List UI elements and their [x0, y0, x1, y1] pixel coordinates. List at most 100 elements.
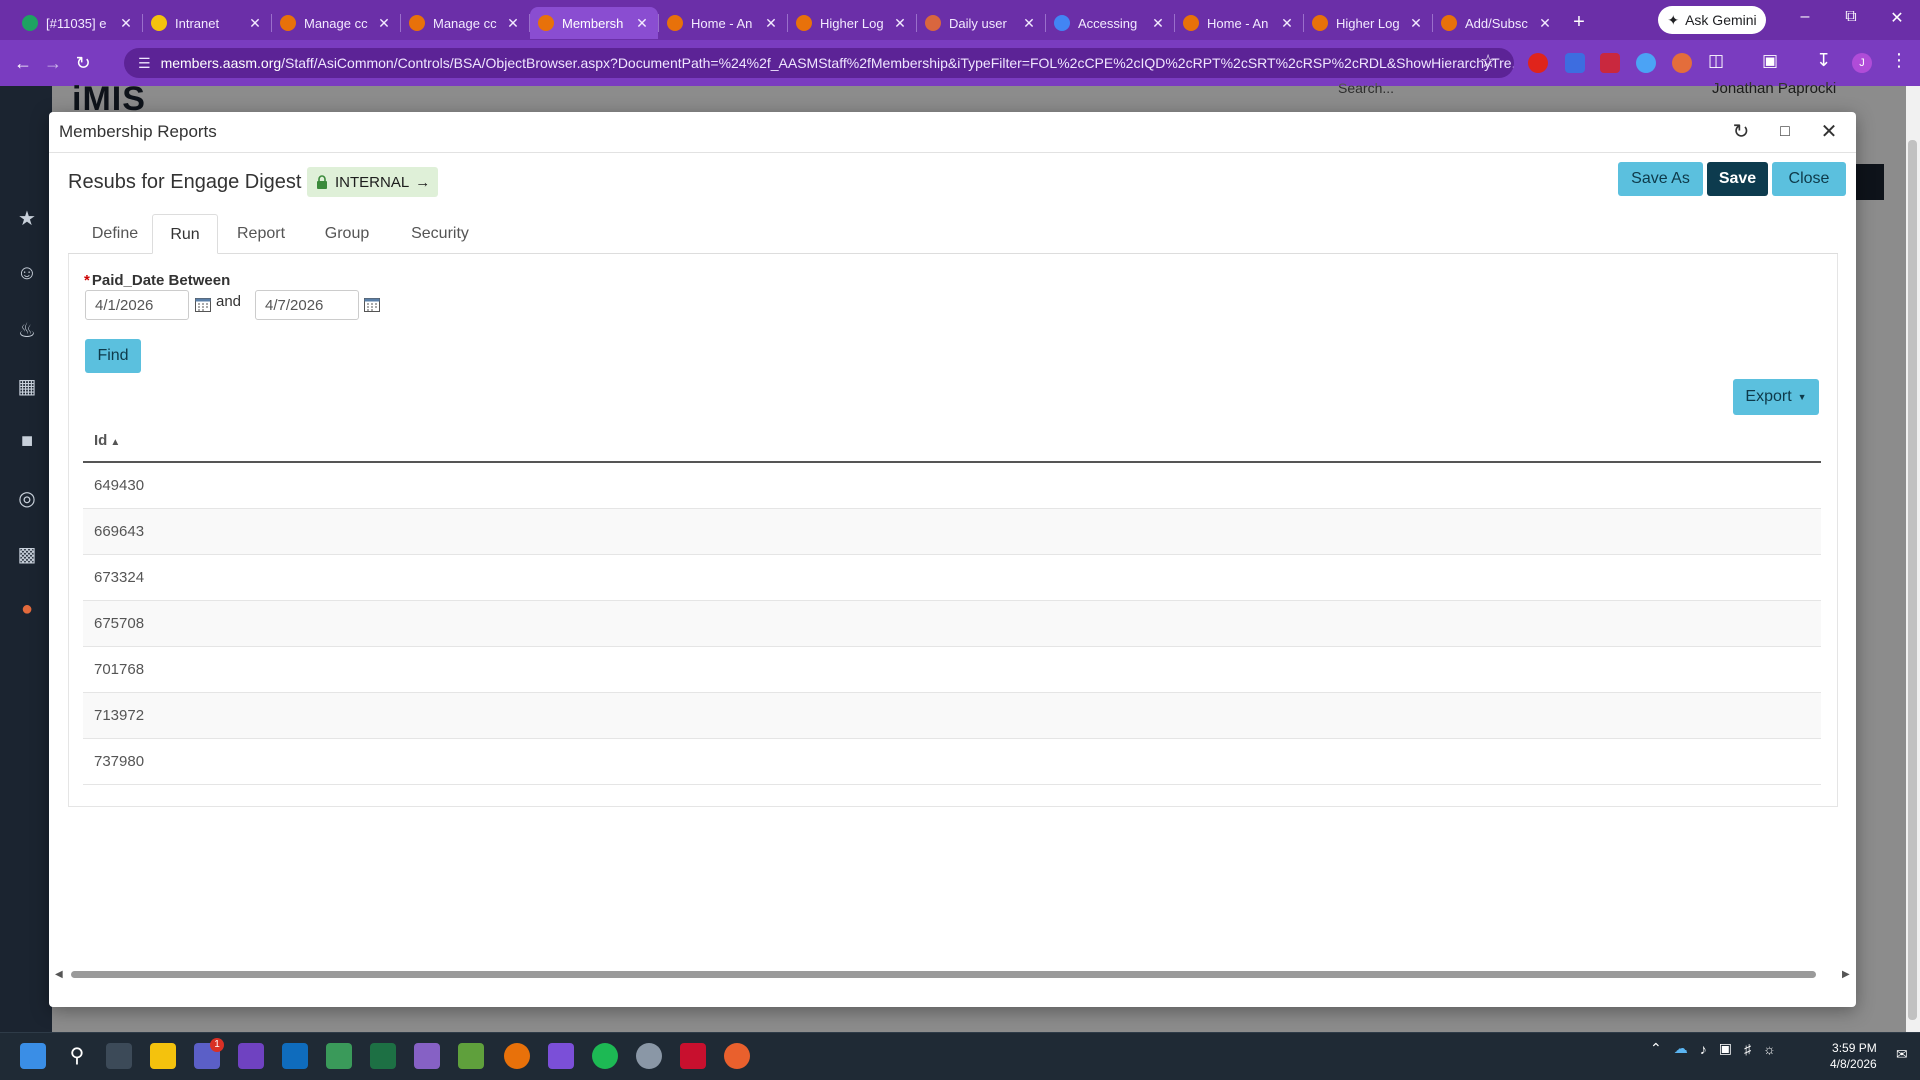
snipping-tool-icon[interactable]: [238, 1043, 264, 1069]
display-icon[interactable]: ▣: [1719, 1040, 1732, 1057]
forward-arrow-icon[interactable]: →: [38, 53, 68, 74]
page-scrollbar-thumb[interactable]: [1908, 140, 1917, 1020]
browser-tab[interactable]: Manage cc ✕: [401, 7, 529, 39]
site-info-icon[interactable]: ☰: [138, 55, 151, 72]
file-explorer-icon[interactable]: [150, 1043, 176, 1069]
tab-close-icon[interactable]: ✕: [1150, 15, 1166, 32]
task-view-icon[interactable]: [106, 1043, 132, 1069]
tab-close-icon[interactable]: ✕: [892, 15, 908, 32]
back-arrow-icon[interactable]: ←: [8, 53, 38, 74]
close-dialog-icon[interactable]: ✕: [1815, 118, 1843, 146]
tab-close-icon[interactable]: ✕: [634, 15, 650, 32]
pen-app-icon[interactable]: [724, 1043, 750, 1069]
save-button[interactable]: Save: [1707, 162, 1768, 196]
paid-date-from-input[interactable]: [85, 290, 189, 320]
refresh-icon[interactable]: ↻: [1727, 118, 1755, 146]
outlook-icon[interactable]: [282, 1043, 308, 1069]
extension-red-icon[interactable]: [1528, 53, 1548, 73]
extensions-puzzle-icon[interactable]: ◫: [1708, 51, 1724, 71]
scroll-left-icon[interactable]: ◀: [55, 969, 63, 980]
browser-tab[interactable]: [#11035] e ✕: [14, 7, 142, 39]
horizontal-scroll-thumb[interactable]: [71, 971, 1816, 978]
spotify-icon[interactable]: [592, 1043, 618, 1069]
browser-tab[interactable]: Higher Log ✕: [788, 7, 916, 39]
tab-close-icon[interactable]: ✕: [763, 15, 779, 32]
onedrive-cloud-icon[interactable]: ☁: [1674, 1040, 1688, 1057]
new-tab-button[interactable]: +: [1561, 11, 1597, 34]
chrome-icon[interactable]: [504, 1043, 530, 1069]
paid-date-to-input[interactable]: [255, 290, 359, 320]
notification-bell-icon[interactable]: ✉: [1896, 1046, 1908, 1063]
find-button[interactable]: Find: [85, 339, 141, 373]
tab-close-icon[interactable]: ✕: [376, 15, 392, 32]
browser-tab[interactable]: Accessing ✕: [1046, 7, 1174, 39]
tab-close-icon[interactable]: ✕: [1408, 15, 1424, 32]
calendar-to-icon[interactable]: [364, 298, 380, 312]
tab-group[interactable]: Group: [304, 214, 390, 254]
claude-icon[interactable]: [1672, 53, 1692, 73]
windows-start-icon[interactable]: [20, 1043, 46, 1069]
address-bar[interactable]: ☰ members.aasm.org/Staff/AsiCommon/Contr…: [124, 48, 1514, 78]
close-button[interactable]: Close: [1772, 162, 1846, 196]
minimize-window-button[interactable]: –: [1790, 8, 1820, 26]
extension-gear-icon[interactable]: [1636, 53, 1656, 73]
tab-close-icon[interactable]: ✕: [1021, 15, 1037, 32]
reload-icon[interactable]: ↻: [68, 53, 98, 74]
save-as-button[interactable]: Save As: [1618, 162, 1703, 196]
browser-tab[interactable]: Home - An ✕: [1175, 7, 1303, 39]
lastpass-icon[interactable]: [1600, 53, 1620, 73]
notepad-icon[interactable]: [458, 1043, 484, 1069]
status-badge[interactable]: INTERNAL →: [307, 167, 439, 197]
browser-menu-icon[interactable]: ⋮: [1890, 50, 1908, 71]
nav-target-icon[interactable]: ◎: [14, 486, 40, 512]
tab-close-icon[interactable]: ✕: [505, 15, 521, 32]
settings-gear-icon[interactable]: [636, 1043, 662, 1069]
ask-gemini-button[interactable]: ✦ Ask Gemini: [1658, 6, 1766, 34]
close-window-button[interactable]: ✕: [1882, 8, 1912, 28]
scroll-right-icon[interactable]: ▶: [1842, 969, 1850, 980]
search-icon[interactable]: ⚲: [64, 1043, 90, 1069]
tab-close-icon[interactable]: ✕: [247, 15, 263, 32]
browser-tab[interactable]: Intranet ✕: [143, 7, 271, 39]
browser-tab[interactable]: Higher Log ✕: [1304, 7, 1432, 39]
tab-close-icon[interactable]: ✕: [118, 15, 134, 32]
tab-close-icon[interactable]: ✕: [1279, 15, 1295, 32]
network-icon[interactable]: ☼: [1763, 1041, 1776, 1057]
nav-thermometer-icon[interactable]: ♨: [14, 318, 40, 344]
tab-close-icon[interactable]: ✕: [1537, 15, 1553, 32]
tab-security[interactable]: Security: [390, 214, 490, 254]
maximize-icon[interactable]: □: [1771, 118, 1799, 146]
browser-tab[interactable]: Home - An ✕: [659, 7, 787, 39]
volume-icon[interactable]: ♯: [1744, 1041, 1751, 1057]
nav-folder-icon[interactable]: ■: [14, 430, 40, 456]
browser-tab[interactable]: Manage cc ✕: [272, 7, 400, 39]
browser-tab[interactable]: Add/Subsc ✕: [1433, 7, 1561, 39]
restore-window-button[interactable]: ⧉: [1836, 8, 1866, 26]
taskbar-clock[interactable]: 3:59 PM 4/8/2026: [1830, 1040, 1877, 1072]
id-column-header[interactable]: Id ▲: [83, 420, 1821, 463]
nav-contacts-icon[interactable]: ☺: [14, 262, 40, 288]
maps-icon[interactable]: [326, 1043, 352, 1069]
nav-analytics-icon[interactable]: ●: [14, 598, 40, 624]
whiteboard-icon[interactable]: [548, 1043, 574, 1069]
visual-studio-icon[interactable]: [414, 1043, 440, 1069]
extension-blue-icon[interactable]: [1565, 53, 1585, 73]
nav-people-icon[interactable]: ★: [14, 206, 40, 232]
export-button[interactable]: Export ▼: [1733, 379, 1819, 415]
screen-cast-icon[interactable]: ▣: [1762, 51, 1778, 71]
tab-define[interactable]: Define: [78, 214, 152, 254]
acrobat-icon[interactable]: [680, 1043, 706, 1069]
profile-avatar[interactable]: J: [1852, 53, 1872, 73]
browser-tab[interactable]: Membersh ✕: [530, 7, 658, 39]
microphone-icon[interactable]: ♪: [1700, 1041, 1707, 1057]
chevron-up-icon[interactable]: ⌃: [1650, 1040, 1662, 1057]
tab-run[interactable]: Run: [152, 214, 218, 254]
calendar-from-icon[interactable]: [195, 298, 211, 312]
horizontal-scrollbar[interactable]: ◀ ▶: [55, 967, 1850, 981]
browser-tab[interactable]: Daily user ✕: [917, 7, 1045, 39]
tab-report[interactable]: Report: [218, 214, 304, 254]
download-icon[interactable]: ↧: [1816, 50, 1831, 71]
nav-calendar-icon[interactable]: ▦: [14, 374, 40, 400]
excel-icon[interactable]: [370, 1043, 396, 1069]
bookmark-star-icon[interactable]: ☆: [1480, 51, 1496, 72]
